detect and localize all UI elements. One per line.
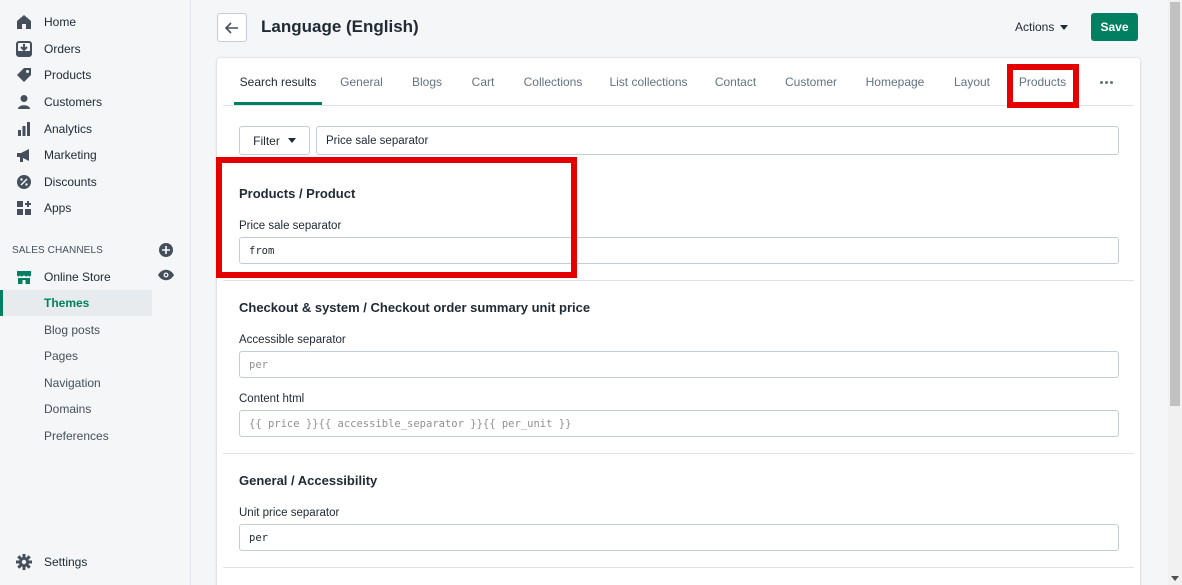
sidebar-item-marketing[interactable]: Marketing <box>0 142 152 168</box>
dot-icon <box>1109 80 1113 84</box>
actions-menu-button[interactable]: Actions <box>1015 20 1069 34</box>
sidebar-item-blog-posts[interactable]: Blog posts <box>0 317 152 343</box>
section-title: Checkout & system / Checkout order summa… <box>239 300 591 315</box>
tab-customer[interactable]: Customer <box>781 58 841 105</box>
sidebar-item-pages[interactable]: Pages <box>0 343 152 369</box>
content-html-field[interactable]: {{ price }}{{ accessible_separator }}{{ … <box>239 410 1119 437</box>
section-divider <box>223 280 1134 281</box>
discount-icon <box>15 173 33 191</box>
sidebar-item-label: Products <box>44 68 92 82</box>
view-store-button[interactable] <box>158 269 174 281</box>
sidebar-item-home[interactable]: Home <box>0 9 152 35</box>
tab-homepage[interactable]: Homepage <box>861 58 929 105</box>
sidebar-item-analytics[interactable]: Analytics <box>0 116 152 142</box>
sidebar-item-label: Online Store <box>44 270 111 284</box>
sidebar-item-preferences[interactable]: Preferences <box>0 423 152 449</box>
megaphone-icon <box>15 146 33 164</box>
tab-collections[interactable]: Collections <box>519 58 587 105</box>
tab-blogs[interactable]: Blogs <box>406 58 448 105</box>
accessible-separator-field[interactable]: per <box>239 351 1119 378</box>
add-sales-channel-button[interactable] <box>159 243 173 257</box>
sidebar-item-navigation[interactable]: Navigation <box>0 370 152 396</box>
tab-layout[interactable]: Layout <box>948 58 996 105</box>
sidebar-item-apps[interactable]: Apps <box>0 195 152 221</box>
caret-down-icon <box>1060 24 1069 30</box>
apps-icon <box>15 199 33 217</box>
field-label: Unit price separator <box>239 507 340 519</box>
save-button[interactable]: Save <box>1091 13 1138 41</box>
tab-cart[interactable]: Cart <box>466 58 500 105</box>
scroll-down-arrow-icon[interactable] <box>1171 576 1179 581</box>
sidebar-item-label: Apps <box>44 201 72 215</box>
sidebar-item-label: Discounts <box>44 175 97 189</box>
field-label: Accessible separator <box>239 334 346 346</box>
eye-icon <box>158 269 174 281</box>
back-button[interactable] <box>217 13 247 42</box>
sidebar-item-label: Analytics <box>44 122 93 136</box>
orders-icon <box>15 40 33 58</box>
tab-search-results[interactable]: Search results <box>234 58 322 105</box>
page-title: Language (English) <box>261 17 419 36</box>
tag-icon <box>15 66 33 84</box>
scrollbar[interactable] <box>1168 0 1182 585</box>
search-input[interactable]: Price sale separator <box>316 126 1119 155</box>
section-title: General / Accessibility <box>239 473 378 488</box>
more-tabs-button[interactable] <box>1097 75 1115 89</box>
sidebar-item-label: Navigation <box>44 376 101 390</box>
sidebar-item-label: Home <box>44 15 77 29</box>
sidebar-item-settings[interactable]: Settings <box>0 549 152 575</box>
sidebar-item-label: Marketing <box>44 148 97 162</box>
dot-icon <box>1099 80 1103 84</box>
sidebar-item-domains[interactable]: Domains <box>0 396 152 422</box>
sales-channels-heading: SALES CHANNELS <box>12 245 103 256</box>
tabs-divider <box>223 105 1134 106</box>
sidebar-item-label: Customers <box>44 95 103 109</box>
field-label: Content html <box>239 393 305 405</box>
sidebar-item-label: Domains <box>44 402 92 416</box>
sidebar-item-products[interactable]: Products <box>0 62 152 88</box>
tab-general[interactable]: General <box>334 58 389 105</box>
sidebar-item-label: Pages <box>44 349 79 363</box>
dot-icon <box>1104 80 1108 84</box>
filter-label: Filter <box>253 133 280 148</box>
sidebar-item-themes[interactable]: Themes <box>0 290 152 316</box>
section-title: Products / Product <box>239 186 356 201</box>
store-icon <box>15 268 33 286</box>
scrollbar-thumb[interactable] <box>1170 2 1180 406</box>
bar-chart-icon <box>15 120 33 138</box>
arrow-left-icon <box>225 21 238 34</box>
section-divider <box>223 567 1134 568</box>
tab-list-collections[interactable]: List collections <box>606 58 691 105</box>
sidebar-item-customers[interactable]: Customers <box>0 89 152 115</box>
tab-contact[interactable]: Contact <box>710 58 761 105</box>
unit-price-separator-field[interactable]: per <box>239 524 1119 551</box>
sidebar-item-label: Blog posts <box>44 323 101 337</box>
sidebar-item-label: Settings <box>44 555 88 569</box>
sidebar-item-label: Themes <box>44 296 90 310</box>
caret-down-icon <box>287 138 296 143</box>
plus-icon <box>162 246 170 254</box>
actions-label: Actions <box>1015 20 1055 34</box>
sidebar: Home Orders Products Customers Analytics… <box>0 0 191 585</box>
price-sale-separator-field[interactable]: from <box>239 237 1119 264</box>
section-divider <box>223 453 1134 454</box>
person-icon <box>15 93 33 111</box>
tab-products[interactable]: Products <box>1015 58 1070 105</box>
sidebar-item-label: Orders <box>44 42 81 56</box>
gear-icon <box>15 553 33 571</box>
sidebar-item-online-store[interactable]: Online Store <box>0 264 152 290</box>
field-label: Price sale separator <box>239 220 342 232</box>
sidebar-item-orders[interactable]: Orders <box>0 36 152 62</box>
sidebar-item-label: Preferences <box>44 429 109 443</box>
home-icon <box>15 13 33 31</box>
filter-button[interactable]: Filter <box>239 126 310 155</box>
sidebar-item-discounts[interactable]: Discounts <box>0 169 152 195</box>
translations-card: Search results General Blogs Cart Collec… <box>217 58 1140 585</box>
